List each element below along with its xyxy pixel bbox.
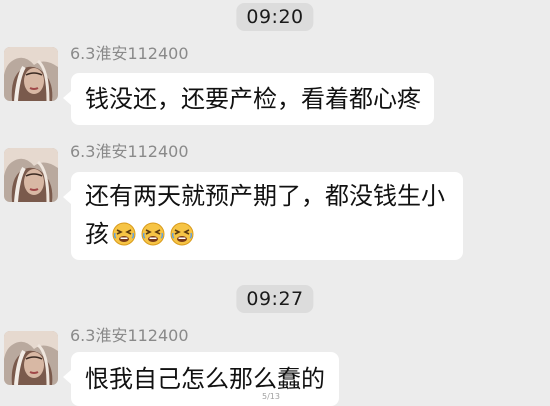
sender-name: 6.3淮安112400 [70, 44, 189, 63]
tired-face-emoji-icon [141, 219, 165, 243]
sender-name: 6.3淮安112400 [70, 326, 189, 345]
timestamp-label: 09:27 [236, 285, 314, 313]
avatar[interactable] [4, 331, 58, 385]
sender-name: 6.3淮安112400 [70, 142, 189, 161]
avatar[interactable] [4, 148, 58, 202]
avatar-image [4, 47, 58, 101]
message-text: 恨我自己怎么那么蠢的 [85, 365, 325, 393]
message-bubble[interactable]: 钱没还，还要产检，看着都心疼 [63, 73, 434, 125]
message-bubble[interactable]: 恨我自己怎么那么蠢的 [63, 352, 339, 406]
tired-face-emoji-icon [112, 219, 136, 243]
page-indicator: 5/13 [262, 392, 280, 401]
message-text: 还有两天就预产期了，都没钱生小孩 [85, 182, 445, 248]
tired-face-emoji-icon [170, 219, 194, 243]
message-bubble[interactable]: 还有两天就预产期了，都没钱生小孩 [63, 172, 463, 260]
avatar-image [4, 148, 58, 202]
timestamp-label: 09:20 [236, 3, 314, 31]
avatar[interactable] [4, 47, 58, 101]
avatar-image [4, 331, 58, 385]
message-text: 钱没还，还要产检，看着都心疼 [85, 85, 421, 113]
